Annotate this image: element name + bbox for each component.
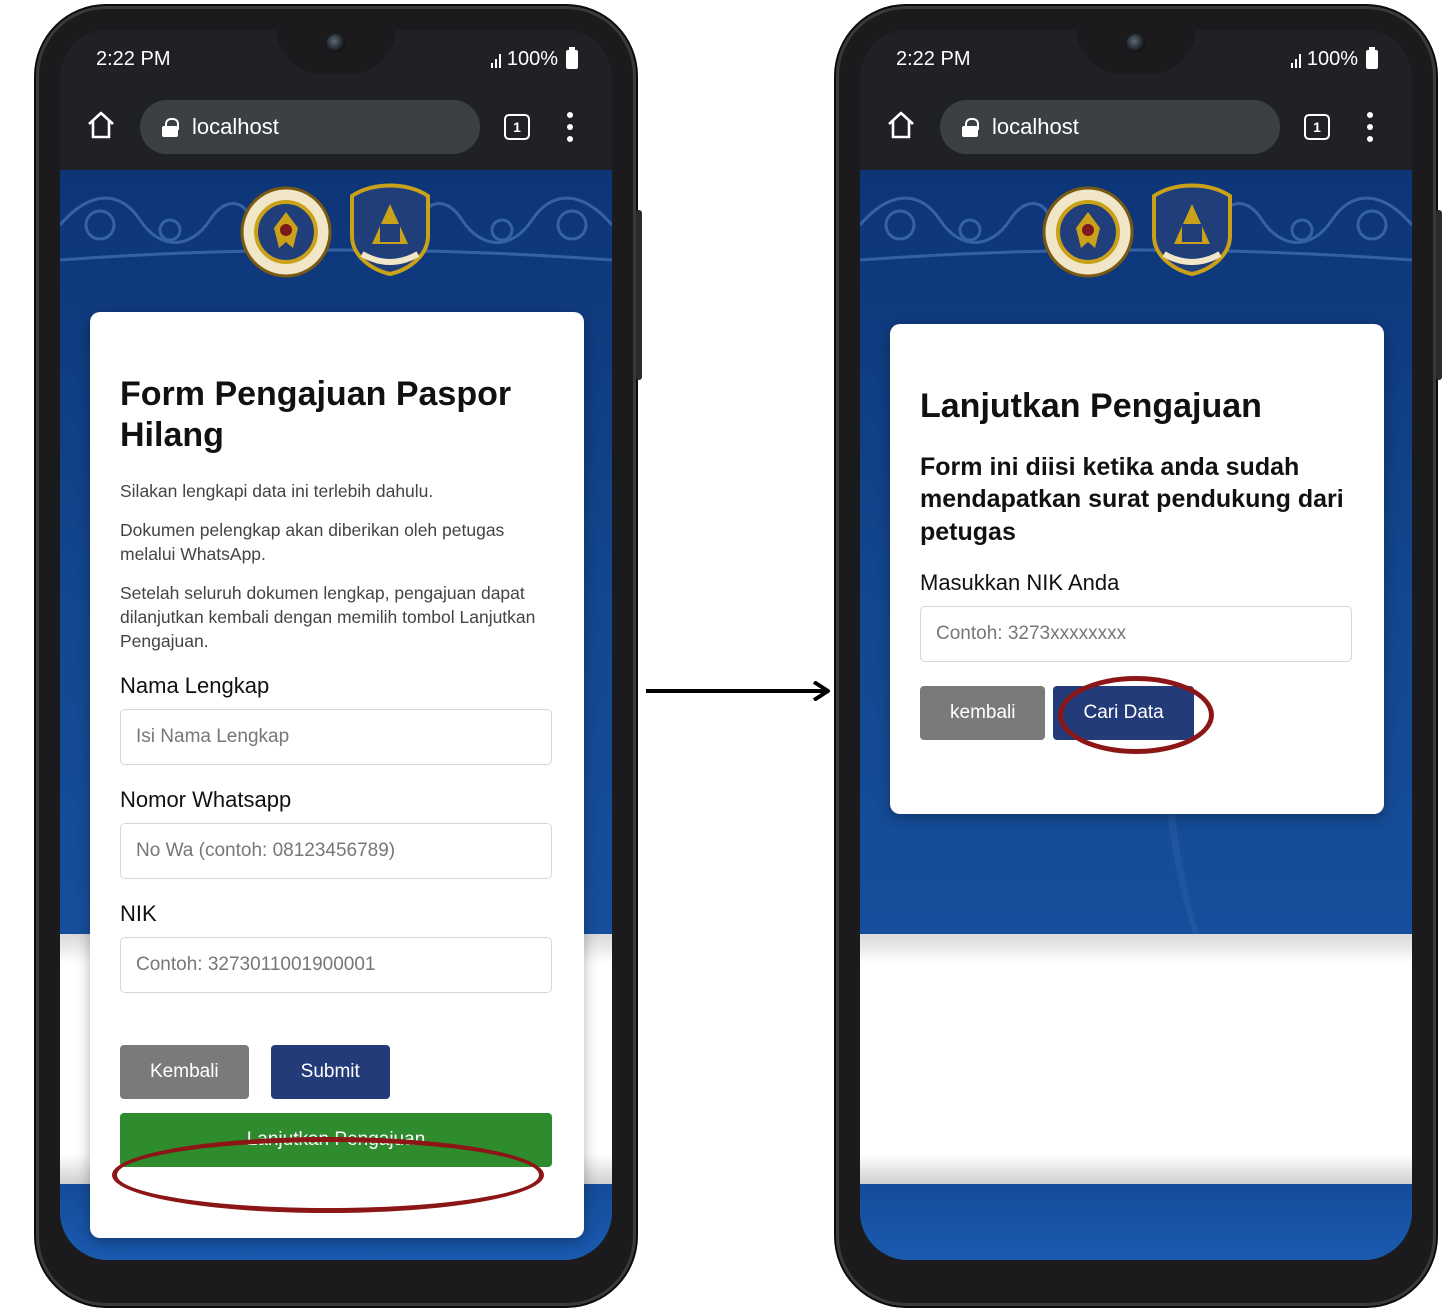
status-time: 2:22 PM — [896, 48, 971, 70]
status-time: 2:22 PM — [96, 48, 171, 70]
battery-percent: 100% — [506, 48, 558, 70]
address-bar[interactable]: localhost — [140, 100, 480, 154]
form-actions: Kembali Submit — [120, 1045, 554, 1100]
garuda-seal-icon — [1042, 186, 1134, 278]
name-label: Nama Lengkap — [120, 673, 270, 699]
background-blue-band — [860, 1184, 1412, 1260]
url-text: localhost — [192, 114, 279, 139]
phone-screen: 2:22 PM 100% localhost 1 — [860, 30, 1412, 1260]
more-menu-icon[interactable] — [566, 112, 574, 142]
browser-toolbar: localhost 1 — [860, 94, 1412, 170]
status-indicators: 100% — [490, 47, 578, 71]
lock-icon — [162, 118, 179, 137]
nik-input[interactable] — [120, 937, 552, 994]
imigrasi-emblem-icon — [350, 183, 430, 277]
lock-icon — [962, 118, 979, 137]
page-title: Lanjutkan Pengajuan — [920, 387, 1262, 425]
whatsapp-number-input[interactable] — [120, 823, 552, 880]
page-content: Form Pengajuan Paspor Hilang Silakan len… — [60, 170, 612, 1260]
phone-side-button — [1436, 210, 1442, 380]
home-icon[interactable] — [886, 110, 916, 140]
page-content: Lanjutkan Pengajuan Form ini diisi ketik… — [860, 170, 1412, 1260]
continue-application-button[interactable]: Lanjutkan Pengajuan — [120, 1113, 552, 1168]
form-actions: kembali Cari Data — [920, 686, 1354, 741]
signal-icon — [490, 52, 501, 68]
search-data-button[interactable]: Cari Data — [1053, 686, 1194, 741]
batik-ornament — [60, 196, 612, 262]
signal-icon — [1290, 52, 1301, 68]
arrow-right-icon — [646, 681, 830, 701]
garuda-seal-icon — [240, 186, 332, 278]
whatsapp-label: Nomor Whatsapp — [120, 787, 292, 813]
tabs-count-icon[interactable]: 1 — [504, 114, 530, 140]
back-button[interactable]: Kembali — [120, 1045, 249, 1100]
batik-ornament — [860, 196, 1412, 262]
phone-right: 2:22 PM 100% localhost 1 Lanjutkan Penga… — [836, 6, 1442, 1306]
tabs-count-icon[interactable]: 1 — [1304, 114, 1330, 140]
form-card: Form Pengajuan Paspor Hilang Silakan len… — [90, 312, 584, 1238]
phone-screen: 2:22 PM 100% localhost 1 — [60, 30, 612, 1260]
browser-toolbar: localhost 1 — [60, 94, 612, 170]
imigrasi-emblem-icon — [1152, 183, 1232, 277]
page-title: Form Pengajuan Paspor Hilang — [120, 375, 512, 454]
card-subtitle: Form ini diisi ketika anda sudah mendapa… — [920, 452, 1344, 546]
full-name-input[interactable] — [120, 709, 552, 766]
intro-text: Setelah seluruh dokumen lengkap, pengaju… — [120, 583, 536, 651]
phone-left: 2:22 PM 100% localhost 1 Form Pengajuan … — [36, 6, 642, 1306]
address-bar[interactable]: localhost — [940, 100, 1280, 154]
camera-icon — [1127, 34, 1145, 52]
continue-card: Lanjutkan Pengajuan Form ini diisi ketik… — [890, 324, 1384, 814]
more-menu-icon[interactable] — [1366, 112, 1374, 142]
back-button[interactable]: kembali — [920, 686, 1046, 741]
status-indicators: 100% — [1290, 47, 1378, 71]
background-white-band — [860, 934, 1412, 1184]
phone-side-button — [636, 210, 642, 380]
battery-percent: 100% — [1306, 48, 1358, 70]
intro-text: Dokumen pelengkap akan diberikan oleh pe… — [120, 520, 505, 564]
nik-label: Masukkan NIK Anda — [920, 570, 1120, 596]
battery-icon — [566, 47, 578, 69]
battery-icon — [1366, 47, 1378, 69]
nik-search-input[interactable] — [920, 606, 1352, 663]
url-text: localhost — [992, 114, 1079, 139]
home-icon[interactable] — [86, 110, 116, 140]
submit-button[interactable]: Submit — [270, 1045, 390, 1100]
camera-icon — [327, 34, 345, 52]
intro-text: Silakan lengkapi data ini terlebih dahul… — [120, 480, 434, 501]
nik-label: NIK — [120, 901, 157, 927]
